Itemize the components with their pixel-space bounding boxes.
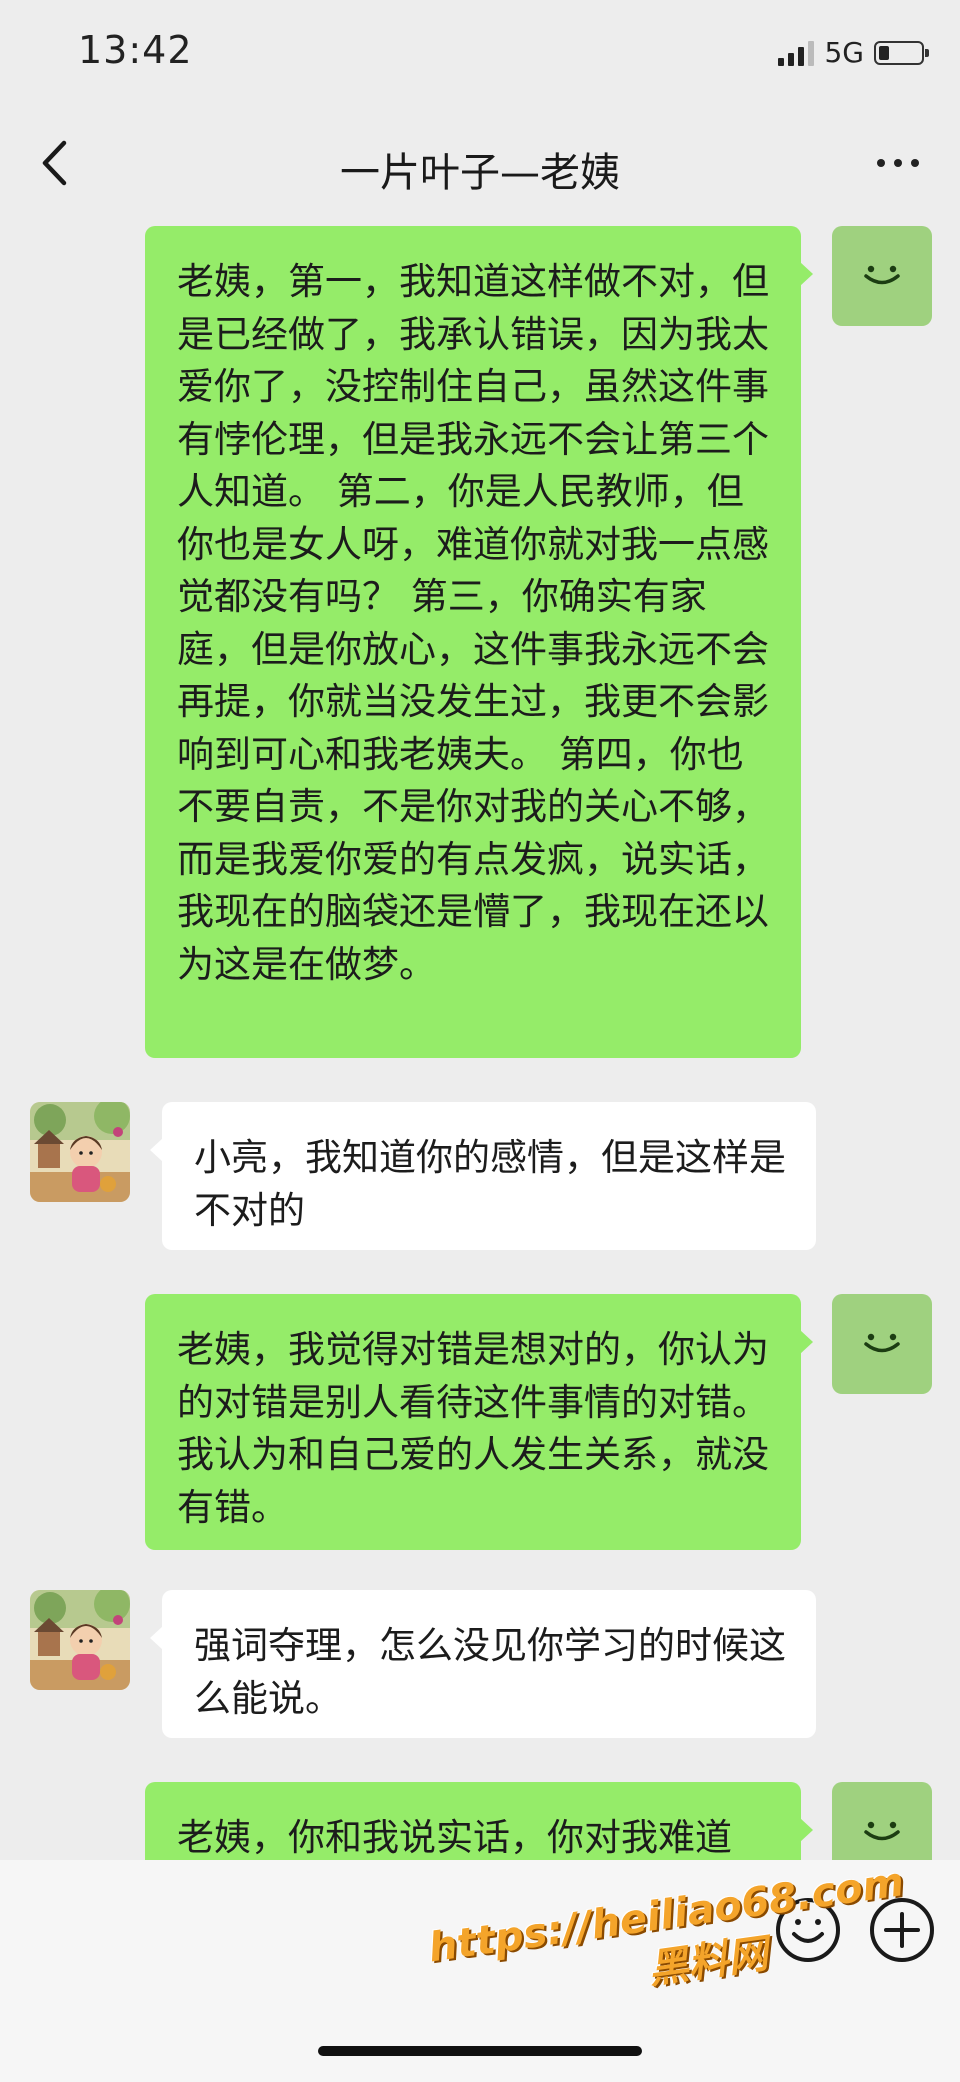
- smile-face-icon: [864, 1333, 900, 1353]
- received-message-bubble[interactable]: 小亮，我知道你的感情，但是这样是不对的: [150, 1102, 816, 1250]
- sent-message-bubble[interactable]: 老姨，第一，我知道这样做不对，但是已经做了，我承认错误，因为我太爱你了，没控制住…: [145, 226, 813, 1058]
- more-options-button[interactable]: [870, 148, 926, 178]
- smile-face-icon: [864, 265, 900, 285]
- contact-avatar[interactable]: [30, 1590, 130, 1690]
- my-avatar[interactable]: [832, 1294, 932, 1394]
- contact-avatar[interactable]: [30, 1102, 130, 1202]
- contact-avatar-image: [30, 1590, 130, 1690]
- message-text: 强词夺理，怎么没见你学习的时候这么能说。: [194, 1624, 786, 1720]
- emoji-smile-icon: [776, 1898, 840, 1962]
- chat-title: 一片叶子—老姨: [340, 150, 620, 196]
- message-text: 老姨，第一，我知道这样做不对，但是已经做了，我承认错误，因为我太爱你了，没控制住…: [177, 260, 769, 986]
- received-message-bubble[interactable]: 强词夺理，怎么没见你学习的时候这么能说。: [150, 1590, 816, 1738]
- chat-header: 一片叶子—老姨: [0, 110, 960, 220]
- status-indicators: 5G: [778, 36, 929, 69]
- plus-circle-icon: [870, 1898, 934, 1962]
- input-bar: [0, 1860, 960, 2082]
- message-text: 老姨，你和我说实话，你对我难道: [177, 1816, 732, 1859]
- emoji-button[interactable]: [772, 1894, 844, 1966]
- message-text: 老姨，我觉得对错是想对的，你认为的对错是别人看待这件事情的对错。我认为和自己爱的…: [177, 1328, 769, 1529]
- signal-strength-icon: [778, 40, 815, 66]
- more-actions-button[interactable]: [866, 1894, 938, 1966]
- my-avatar[interactable]: [832, 1782, 932, 1860]
- status-time: 13:42: [78, 28, 193, 72]
- network-type-label: 5G: [824, 36, 864, 69]
- message-list[interactable]: 老姨，第一，我知道这样做不对，但是已经做了，我承认错误，因为我太爱你了，没控制住…: [0, 220, 960, 1860]
- more-dots-icon: [877, 159, 885, 167]
- battery-level-fill: [879, 45, 889, 60]
- home-indicator[interactable]: [318, 2046, 642, 2056]
- smile-face-icon: [864, 1821, 900, 1841]
- message-text: 小亮，我知道你的感情，但是这样是不对的: [194, 1136, 786, 1232]
- battery-icon: [874, 40, 929, 65]
- sent-message-bubble[interactable]: 老姨，你和我说实话，你对我难道: [145, 1782, 813, 1860]
- sent-message-bubble[interactable]: 老姨，我觉得对错是想对的，你认为的对错是别人看待这件事情的对错。我认为和自己爱的…: [145, 1294, 813, 1550]
- message-input-area[interactable]: [40, 1895, 740, 1975]
- contact-avatar-image: [30, 1102, 130, 1202]
- status-bar: 13:42 5G: [0, 0, 960, 110]
- my-avatar[interactable]: [832, 226, 932, 326]
